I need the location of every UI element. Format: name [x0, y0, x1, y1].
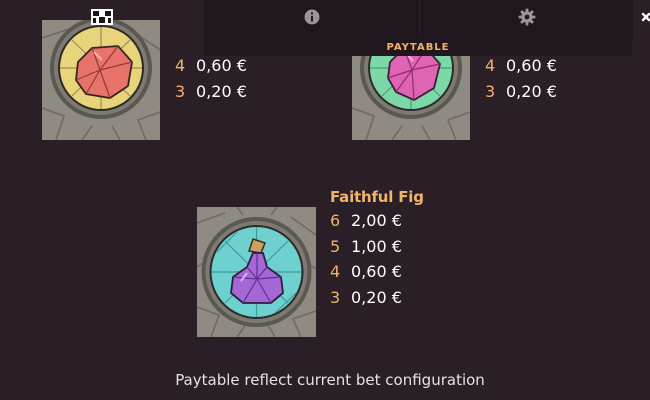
pay-count: 4 [175, 56, 186, 75]
pay-count: 3 [175, 81, 186, 101]
fig-icon [197, 207, 316, 337]
pay-amount: 2,00 € [351, 211, 402, 230]
pay-count: 4 [485, 56, 496, 75]
tab-settings[interactable] [419, 0, 633, 38]
info-icon [304, 9, 320, 29]
symbol-payouts-2: 4 0,60 € 3 0,20 € [485, 53, 557, 104]
pay-row: 4 0,60 € [175, 53, 247, 79]
pay-row: 6 2,00 € [330, 208, 424, 234]
pay-count: 6 [330, 211, 341, 230]
tab-info[interactable] [204, 0, 419, 38]
paytable-footer-note: Paytable reflect current bet configurati… [175, 371, 485, 389]
pay-row: 5 1,00 € [330, 234, 424, 260]
pay-amount: 1,00 € [351, 236, 402, 256]
symbol-tile-red-gem [42, 20, 160, 140]
symbol-name: Faithful Fig [330, 188, 424, 206]
tab-paytable[interactable] [0, 0, 204, 38]
pay-amount: 0,60 € [506, 56, 557, 75]
pay-count: 3 [485, 81, 496, 101]
pay-amount: 0,20 € [351, 287, 402, 307]
gear-icon [518, 8, 536, 30]
pay-amount: 0,60 € [351, 262, 402, 281]
symbol-payouts-1: 4 0,60 € 3 0,20 € [175, 53, 247, 104]
pay-row: 3 0,20 € [175, 79, 247, 105]
close-button[interactable] [632, 0, 650, 38]
paytable-section-header: PAYTABLE [204, 38, 632, 56]
close-icon [632, 8, 650, 30]
paytable-label: PAYTABLE [386, 41, 450, 53]
pay-count: 4 [330, 262, 341, 281]
pay-count: 5 [330, 236, 341, 256]
pay-row: 3 0,20 € [485, 79, 557, 105]
pay-amount: 0,20 € [196, 81, 247, 101]
pay-amount: 0,20 € [506, 81, 557, 101]
red-gem-icon [42, 20, 160, 140]
pay-row: 4 0,60 € [330, 259, 424, 285]
pay-count: 3 [330, 287, 341, 307]
symbol-tile-faithful-fig [197, 207, 316, 337]
symbol-payouts-3: Faithful Fig 6 2,00 € 5 1,00 € 4 0,60 € 3 0,… [330, 186, 424, 310]
tab-bar [0, 0, 650, 38]
paytable-icon [91, 9, 113, 29]
pay-amount: 0,60 € [196, 56, 247, 75]
pay-row: 4 0,60 € [485, 53, 557, 79]
pay-row: 3 0,20 € [330, 285, 424, 311]
